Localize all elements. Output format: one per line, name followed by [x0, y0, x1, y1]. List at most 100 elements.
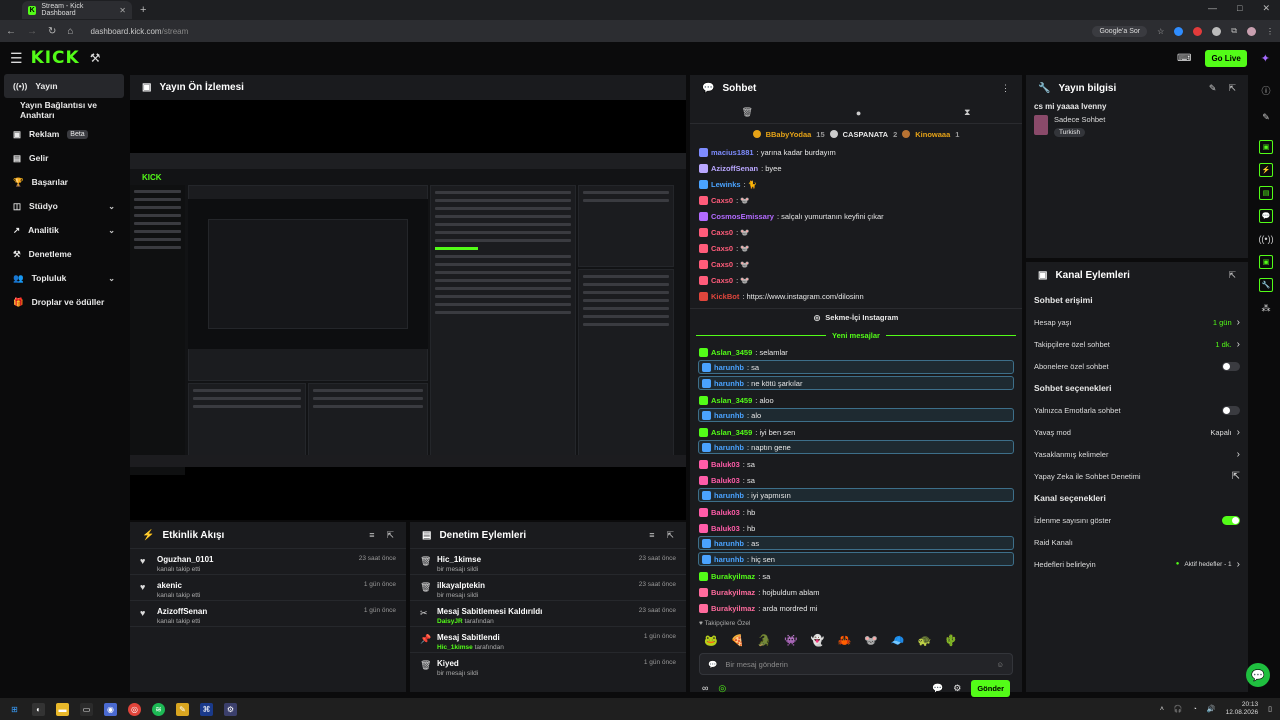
keyboard-icon[interactable]: ⌨ [1177, 53, 1191, 64]
chat-username[interactable]: Burakyilmaz [711, 604, 755, 613]
hourglass-icon[interactable]: ⧗ [964, 107, 970, 118]
setting-row[interactable]: Abonelere özel sohbet [1026, 355, 1248, 377]
broadcast-icon[interactable]: ((•)) [1258, 232, 1273, 246]
sidebar-item-reklam[interactable]: ▣ Reklam Beta [0, 122, 128, 146]
widgets-icon[interactable]: ⁂ [1259, 301, 1273, 315]
setting-row[interactable]: Hedefleri belirleyin ● Aktif hedefler - 1 › [1026, 553, 1248, 575]
chat-username[interactable]: Lewinks [711, 180, 741, 189]
app-icon[interactable]: ⌘ [200, 702, 213, 716]
emote-icon[interactable]: 👻 [811, 634, 825, 647]
emote-icon[interactable]: 🧢 [891, 634, 905, 647]
emote-icon[interactable]: 🦀 [838, 634, 852, 647]
chat-bubble-icon[interactable]: ● [856, 108, 861, 118]
chat-username[interactable]: Caxs0 [711, 244, 733, 253]
chat-username[interactable]: Baluk03 [711, 476, 740, 485]
emoji-icon[interactable]: ☺ [996, 660, 1004, 669]
sidebar-item-yayin[interactable]: ((•)) Yayın [4, 74, 124, 98]
setting-row[interactable]: Takipçilere özel sohbet 1 dk. › [1026, 333, 1248, 355]
chrome-icon[interactable]: ◎ [128, 702, 141, 716]
browser-menu-icon[interactable]: ⋮ [1266, 27, 1274, 36]
chat-username[interactable]: Burakyilmaz [711, 572, 755, 581]
back-icon[interactable]: ← [6, 26, 16, 37]
kick-logo[interactable]: KICK [31, 48, 80, 68]
notifications-icon[interactable]: ▯ [1268, 705, 1272, 713]
sidebar-item-analitik[interactable]: ↗ Analitik ⌄ [0, 218, 128, 242]
chat-username[interactable]: Aslan_3459 [711, 428, 752, 437]
emote-icon[interactable]: 🌵 [944, 634, 958, 647]
toggle-switch[interactable] [1222, 361, 1240, 371]
chat-username[interactable]: harunhb [714, 379, 744, 388]
activity-toggle-icon[interactable]: ⚡ [1259, 163, 1273, 177]
help-chat-button[interactable]: 💬 [1246, 663, 1270, 687]
sidebar-item-basarilar[interactable]: 🏆 Başarılar [0, 170, 128, 194]
extensions-puzzle-icon[interactable]: ⧉ [1231, 26, 1237, 36]
leader-name[interactable]: CASPANATA [843, 130, 888, 139]
extension-icon[interactable] [1212, 26, 1222, 36]
chat-username[interactable]: Caxs0 [711, 276, 733, 285]
chat-username[interactable]: Aslan_3459 [711, 396, 752, 405]
setting-row[interactable]: Yavaş mod Kapalı › [1026, 421, 1248, 443]
emote-icon[interactable]: 🍕 [731, 634, 745, 647]
tab-close-icon[interactable]: ✕ [119, 6, 126, 15]
spotify-icon[interactable]: ≋ [152, 702, 165, 716]
chat-username[interactable]: Caxs0 [711, 228, 733, 237]
sidebar-item-topluluk[interactable]: 👥 Topluluk ⌄ [0, 266, 128, 290]
sidebar-item-denetleme[interactable]: ⚒ Denetleme [0, 242, 128, 266]
setting-row[interactable]: İzlenme sayısını göster [1026, 509, 1248, 531]
go-live-button[interactable]: Go Live [1205, 49, 1247, 67]
chat-username[interactable]: Caxs0 [711, 260, 733, 269]
setting-row[interactable]: Yasaklanmış kelimeler › [1026, 443, 1248, 465]
forward-icon[interactable]: → [27, 26, 37, 37]
chat-username[interactable]: harunhb [714, 539, 744, 548]
chat-username[interactable]: CosmosEmissary [711, 212, 774, 221]
setting-row[interactable]: Yalnızca Emotlarla sohbet [1026, 399, 1248, 421]
setting-row[interactable]: Yapay Zeka ile Sohbet Denetimi ⇱ [1026, 465, 1248, 487]
status-ring-icon[interactable]: ◎ [718, 683, 726, 694]
setting-row[interactable]: Hesap yaşı 1 gün › [1026, 311, 1248, 333]
extension-icon[interactable] [1174, 26, 1184, 36]
chat-username[interactable]: harunhb [714, 363, 744, 372]
google-sor-button[interactable]: Google'a Sor [1092, 25, 1148, 37]
modlog-toggle-icon[interactable]: ▤ [1259, 186, 1273, 200]
volume-icon[interactable]: 🔊 [1207, 705, 1216, 713]
browser-tab[interactable]: K Stream - Kick Dashboard ✕ [22, 1, 132, 19]
chat-username[interactable]: KickBot [711, 292, 739, 301]
chat-username[interactable]: Baluk03 [711, 460, 740, 469]
setting-row[interactable]: Raid Kanalı [1026, 531, 1248, 553]
profile-avatar[interactable] [1247, 26, 1256, 36]
chat-settings-bubble-icon[interactable]: 💬 [932, 683, 943, 694]
chat-input[interactable]: 💬 Bir mesaj gönderin ☺ [699, 653, 1013, 675]
close-window-button[interactable]: ✕ [1262, 3, 1270, 14]
sidebar-item-gelir[interactable]: ▤ Gelir [0, 146, 128, 170]
steam-icon[interactable]: ⚙ [224, 702, 237, 716]
system-clock[interactable]: 20:13 12.08.2026 [1226, 701, 1259, 717]
windows-start-icon[interactable]: ⊞ [8, 703, 21, 716]
folder-icon[interactable]: ▬ [56, 702, 69, 716]
chat-username[interactable]: Aslan_3459 [711, 348, 752, 357]
minimize-button[interactable]: — [1208, 3, 1217, 14]
leader-name[interactable]: BBabyYodaa [766, 130, 812, 139]
edit-icon[interactable]: ✎ [1209, 83, 1217, 94]
chat-username[interactable]: harunhb [714, 411, 744, 420]
chat-username[interactable]: AzizoffSenan [711, 164, 758, 173]
filter-icon[interactable]: ≡ [649, 530, 654, 541]
bookmark-star-icon[interactable]: ☆ [1157, 27, 1164, 36]
filter-icon[interactable]: ≡ [369, 530, 374, 541]
user-avatar[interactable]: ✦ [1261, 52, 1270, 65]
leader-name[interactable]: Kinowaaa [915, 130, 950, 139]
popout-icon[interactable]: ⇱ [386, 530, 394, 541]
reload-icon[interactable]: ↻ [48, 26, 56, 37]
emote-icon[interactable]: 🐭 [864, 634, 878, 647]
popout-icon[interactable]: ⇱ [1228, 270, 1236, 281]
app-icon[interactable]: ▭ [80, 702, 93, 716]
home-icon[interactable]: ⌂ [67, 26, 73, 37]
menu-icon[interactable]: ☰ [10, 50, 23, 67]
emote-icon[interactable]: 👾 [784, 634, 798, 647]
stream-preview-toggle-icon[interactable]: ▣ [1259, 140, 1273, 154]
edit-icon[interactable]: ✎ [1259, 110, 1273, 124]
wifi-icon[interactable]: ◔ [1193, 706, 1197, 713]
sidebar-item-stream-key[interactable]: Yayın Bağlantısı ve Anahtarı [0, 98, 128, 122]
more-options-icon[interactable]: ⋮ [1001, 83, 1010, 94]
info-icon[interactable]: ⓘ [1259, 83, 1273, 97]
chat-username[interactable]: Baluk03 [711, 524, 740, 533]
